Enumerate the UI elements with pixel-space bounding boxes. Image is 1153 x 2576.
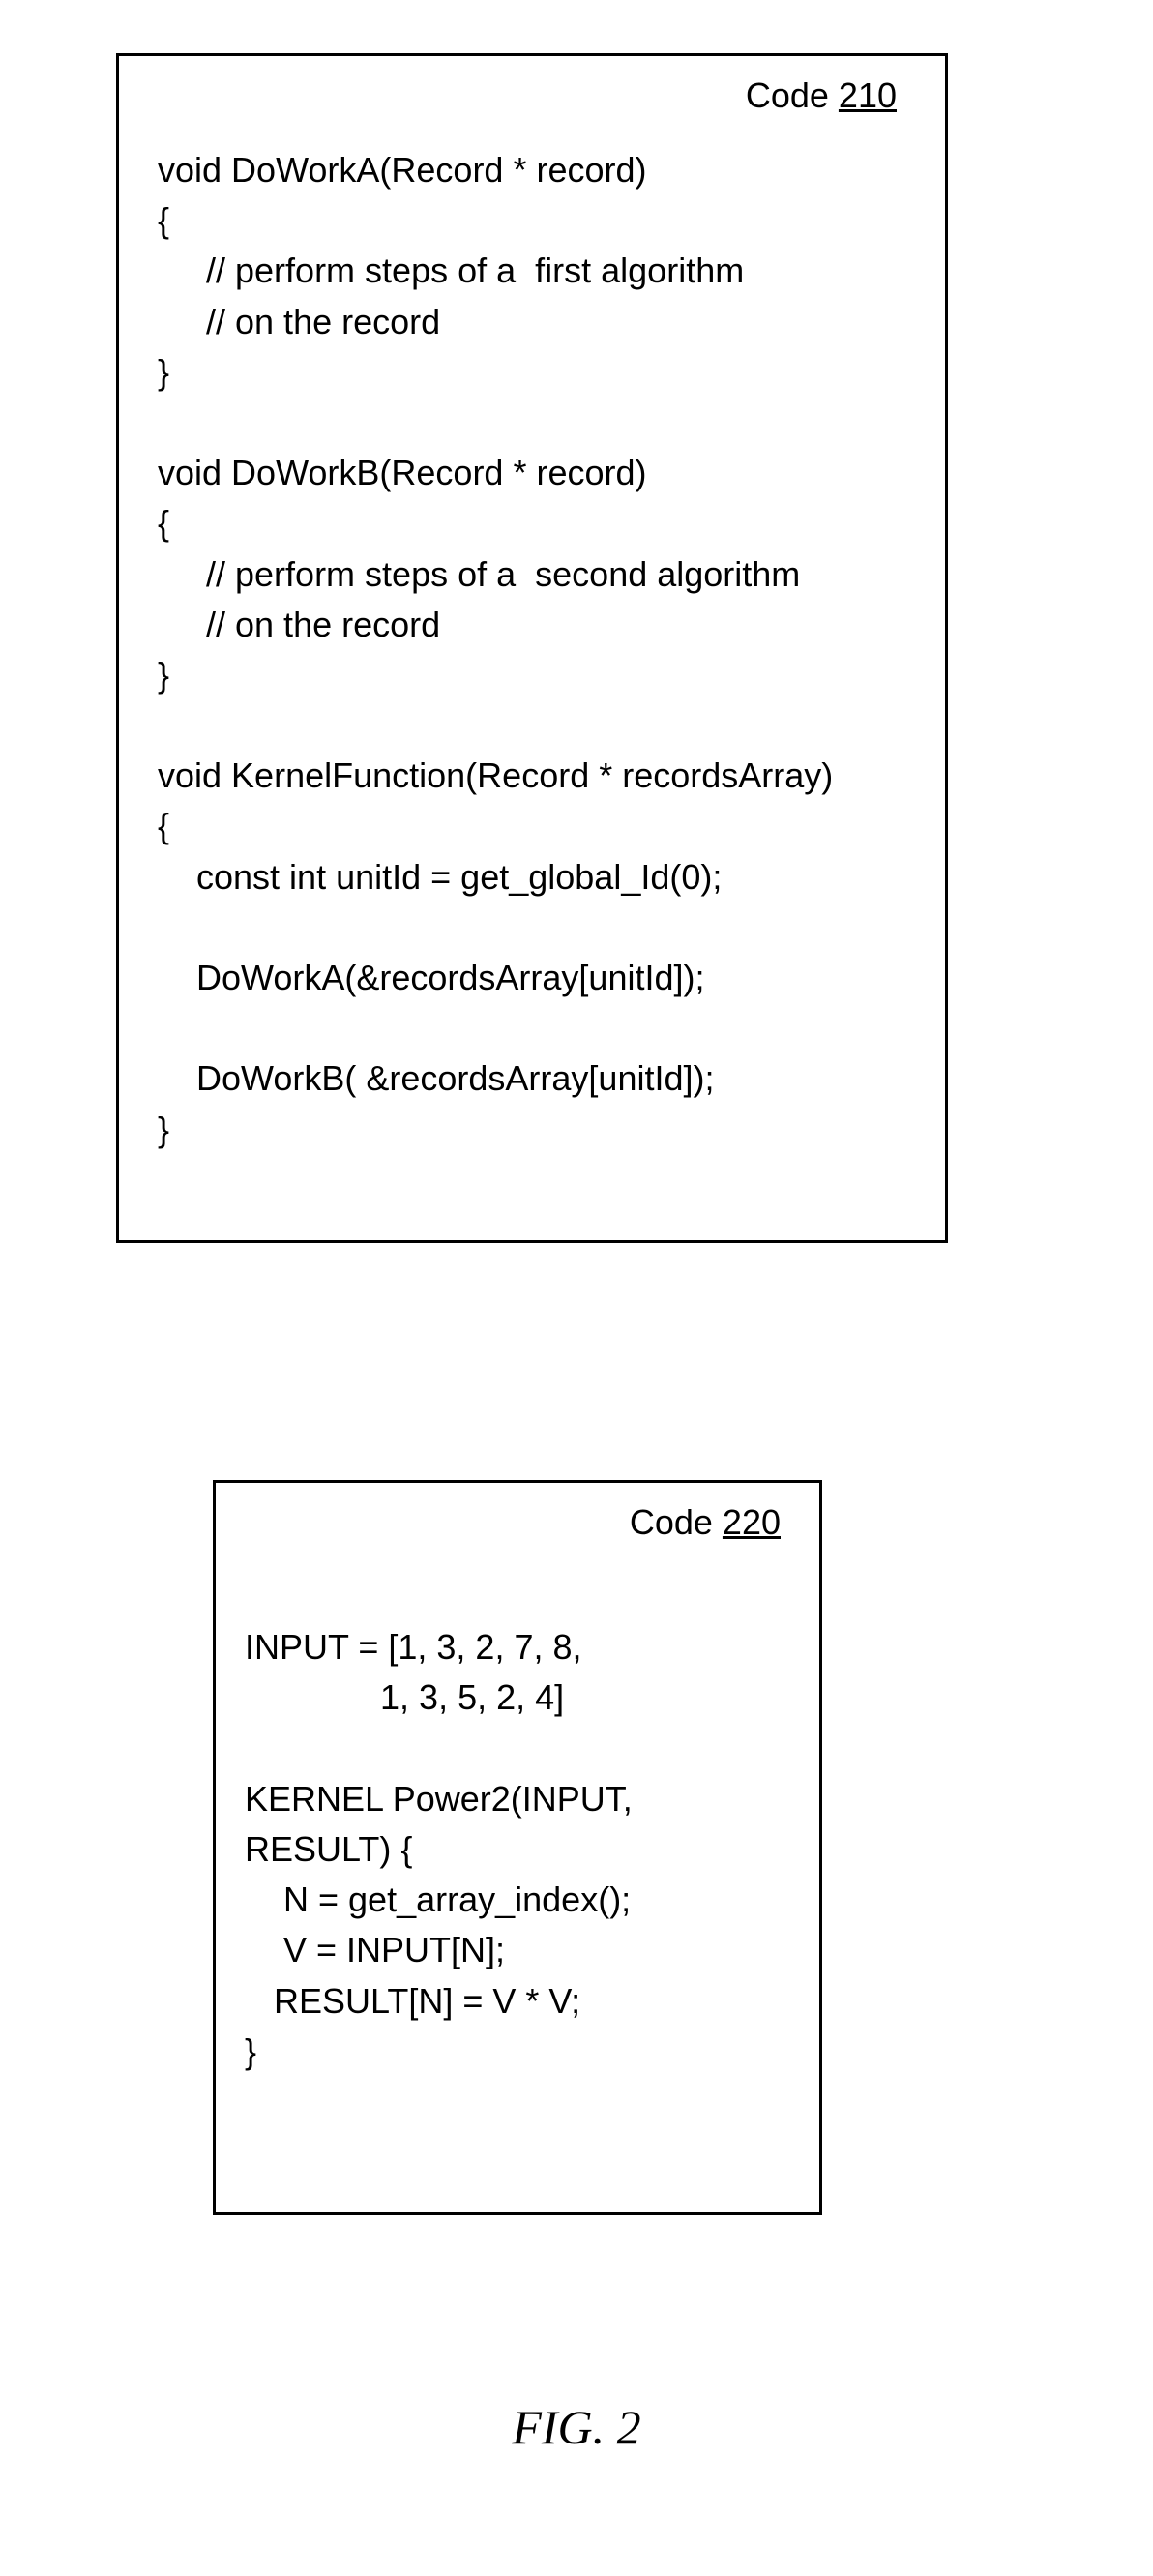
code-box-220-code: INPUT = [1, 3, 2, 7, 8, 1, 3, 5, 2, 4] K…: [245, 1572, 790, 2077]
code-box-220-label-prefix: Code: [630, 1502, 723, 1542]
code-box-220-label: Code 220: [245, 1502, 790, 1543]
code-box-210-label: Code 210: [158, 75, 906, 116]
figure-label: FIG. 2: [0, 2399, 1153, 2455]
code-box-220: Code 220 INPUT = [1, 3, 2, 7, 8, 1, 3, 5…: [213, 1480, 822, 2215]
code-box-210: Code 210 void DoWorkA(Record * record) {…: [116, 53, 948, 1243]
code-box-210-label-num: 210: [839, 75, 897, 115]
code-box-210-label-prefix: Code: [746, 75, 839, 115]
code-box-220-label-num: 220: [723, 1502, 781, 1542]
code-box-210-code: void DoWorkA(Record * record) { // perfo…: [158, 145, 906, 1155]
